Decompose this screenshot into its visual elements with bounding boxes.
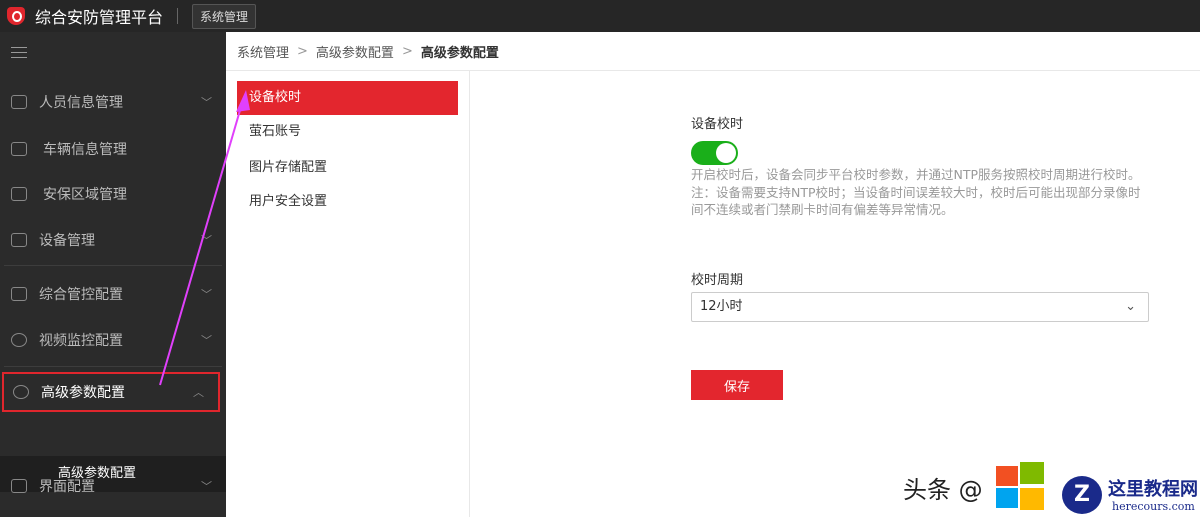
watermark-text: 头条 @ xyxy=(903,476,983,504)
windows-logo-icon xyxy=(996,462,1046,512)
annotation-arrow xyxy=(159,90,250,386)
watermark-url: herecours.com xyxy=(1112,500,1195,513)
z-logo-icon: Z xyxy=(1062,476,1102,514)
watermark-site: 这里教程网 xyxy=(1108,479,1198,500)
